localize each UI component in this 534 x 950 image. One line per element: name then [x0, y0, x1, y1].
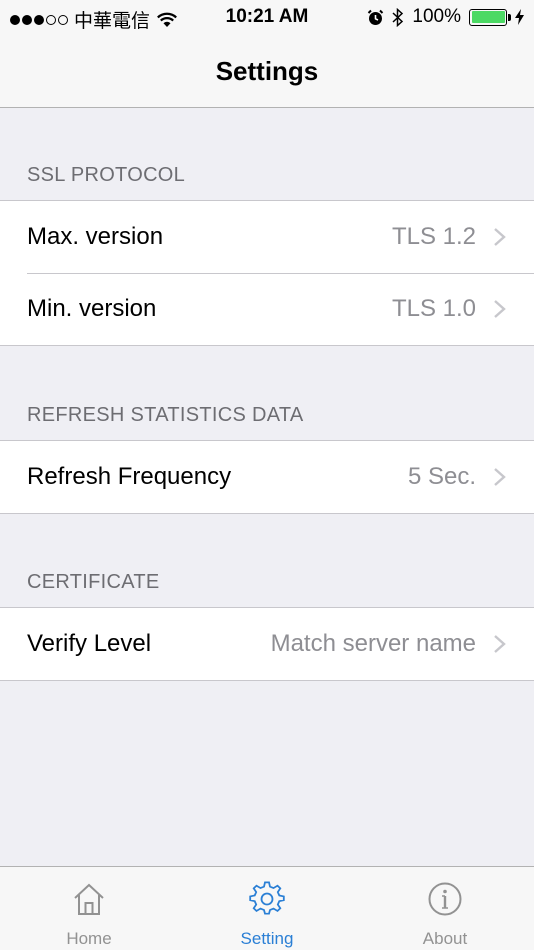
battery-percent: 100%: [412, 6, 461, 27]
row-label: Verify Level: [27, 630, 152, 657]
tab-label: Home: [66, 929, 112, 948]
page-title: Settings: [215, 56, 319, 86]
status-right: 100%: [367, 6, 524, 28]
bluetooth-icon: [392, 7, 404, 27]
battery-icon: [469, 8, 511, 26]
chevron-right-icon: [494, 300, 506, 318]
group-certificate: Verify Level Match server name: [0, 607, 534, 681]
section-header-certificate: CERTIFICATE: [27, 571, 160, 593]
tab-bar: Home Setting About: [0, 866, 534, 950]
charging-icon: [515, 9, 524, 25]
row-verify-level[interactable]: Verify Level Match server name: [0, 608, 534, 680]
row-value: Match server name: [270, 630, 476, 657]
navigation-bar: Settings: [0, 36, 534, 108]
row-max-version[interactable]: Max. version TLS 1.2: [0, 201, 534, 273]
group-refresh-statistics: Refresh Frequency 5 Sec.: [0, 440, 534, 514]
tab-about[interactable]: About: [356, 867, 534, 950]
row-label: Refresh Frequency: [27, 463, 232, 490]
row-refresh-frequency[interactable]: Refresh Frequency 5 Sec.: [0, 441, 534, 513]
section-header-refresh-statistics: REFRESH STATISTICS DATA: [27, 404, 304, 426]
tab-label: About: [422, 929, 468, 948]
tab-setting[interactable]: Setting: [178, 867, 356, 950]
chevron-right-icon: [494, 635, 506, 653]
row-value: TLS 1.2: [391, 223, 476, 250]
tab-home[interactable]: Home: [0, 867, 178, 950]
row-value: TLS 1.0: [391, 295, 476, 322]
row-min-version[interactable]: Min. version TLS 1.0: [0, 273, 534, 345]
chevron-right-icon: [494, 468, 506, 486]
gear-icon: [249, 881, 285, 915]
section-header-ssl-protocol: SSL PROTOCOL: [27, 164, 186, 186]
row-label: Max. version: [27, 223, 164, 250]
group-ssl-protocol: Max. version TLS 1.2 Min. version TLS 1.…: [0, 200, 534, 346]
row-value: 5 Sec.: [407, 463, 476, 490]
info-icon: [428, 882, 462, 916]
chevron-right-icon: [494, 228, 506, 246]
home-icon: [74, 883, 104, 915]
alarm-icon: [368, 9, 384, 25]
row-label: Min. version: [27, 295, 157, 322]
tab-label: Setting: [240, 929, 294, 948]
status-bar: 中華電信 10:21 AM 100%: [0, 0, 534, 36]
